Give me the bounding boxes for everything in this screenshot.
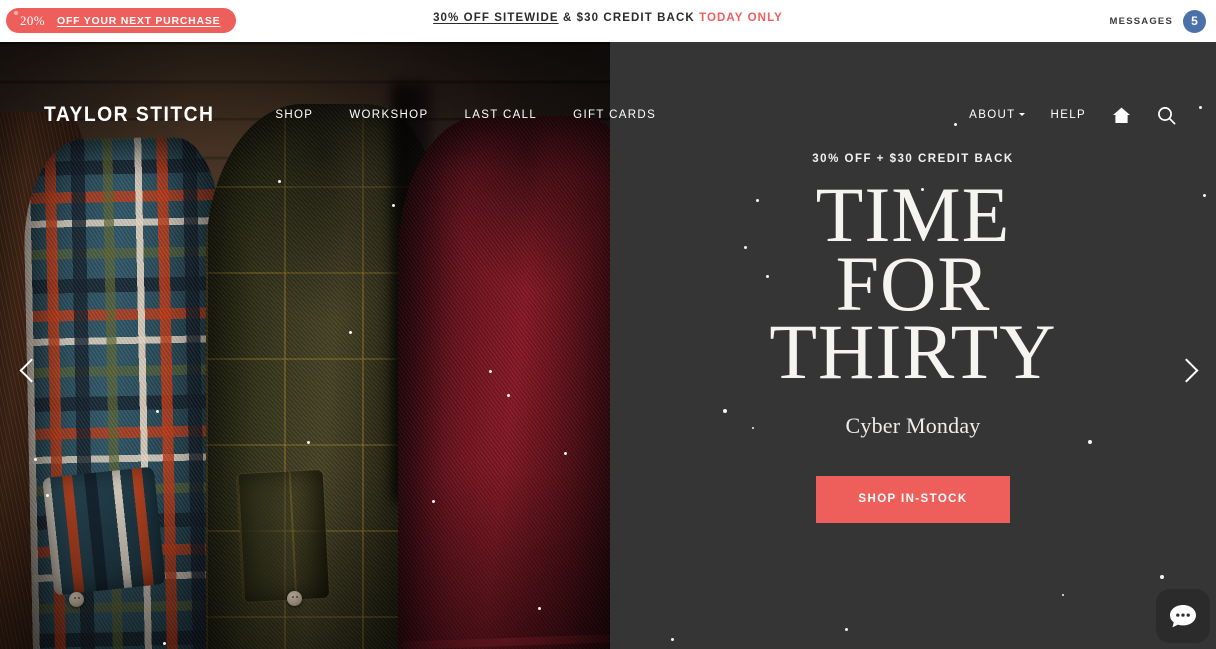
chevron-left-icon <box>19 357 44 383</box>
nav-item-last-call[interactable]: LAST CALL <box>464 109 537 121</box>
promo-announcement: 30% OFF SITEWIDE & $30 CREDIT BACK TODAY… <box>0 12 1216 24</box>
burgundy-wool-coat <box>398 116 610 649</box>
hero-section: TAYLOR STITCH SHOP WORKSHOP LAST CALL GI… <box>0 42 1216 649</box>
messages-area: MESSAGES 5 <box>1110 0 1206 42</box>
brand-logo[interactable]: TAYLOR STITCH <box>44 103 214 127</box>
chat-bubble-icon <box>1170 605 1196 628</box>
chevron-down-icon <box>1018 113 1025 116</box>
messages-count-badge[interactable]: 5 <box>1183 9 1206 33</box>
coat-button-icon <box>287 591 302 606</box>
shop-in-stock-button[interactable]: SHOP IN-STOCK <box>816 475 1010 523</box>
nav-item-workshop[interactable]: WORKSHOP <box>349 109 428 121</box>
promo-offer-link[interactable]: 30% OFF SITEWIDE <box>433 12 559 24</box>
chevron-right-icon <box>1174 357 1199 383</box>
promo-urgency: TODAY ONLY <box>699 12 783 24</box>
plaid-cuff <box>42 466 166 596</box>
home-icon[interactable] <box>1112 106 1131 124</box>
nav-item-about[interactable]: ABOUT <box>969 109 1025 121</box>
chat-widget-button[interactable] <box>1156 589 1210 643</box>
promo-connector: & $30 CREDIT BACK <box>558 12 700 24</box>
promo-top-bar: 20% OFF YOUR NEXT PURCHASE 30% OFF SITEW… <box>0 0 1216 42</box>
nav-item-help[interactable]: HELP <box>1051 109 1086 121</box>
nav-item-gift-cards[interactable]: GIFT CARDS <box>573 109 656 121</box>
secondary-nav: ABOUT HELP <box>969 106 1206 125</box>
messages-label[interactable]: MESSAGES <box>1110 16 1173 27</box>
nav-item-about-label: ABOUT <box>969 109 1016 121</box>
primary-nav: SHOP WORKSHOP LAST CALL GIFT CARDS <box>275 109 656 121</box>
site-navigation: TAYLOR STITCH SHOP WORKSHOP LAST CALL GI… <box>0 84 1216 146</box>
olive-cuff <box>236 469 330 603</box>
search-icon[interactable] <box>1157 106 1176 125</box>
carousel-next-button[interactable] <box>1168 349 1210 391</box>
nav-item-shop[interactable]: SHOP <box>275 109 313 121</box>
shirt-button-icon <box>69 592 84 607</box>
carousel-prev-button[interactable] <box>8 349 50 391</box>
